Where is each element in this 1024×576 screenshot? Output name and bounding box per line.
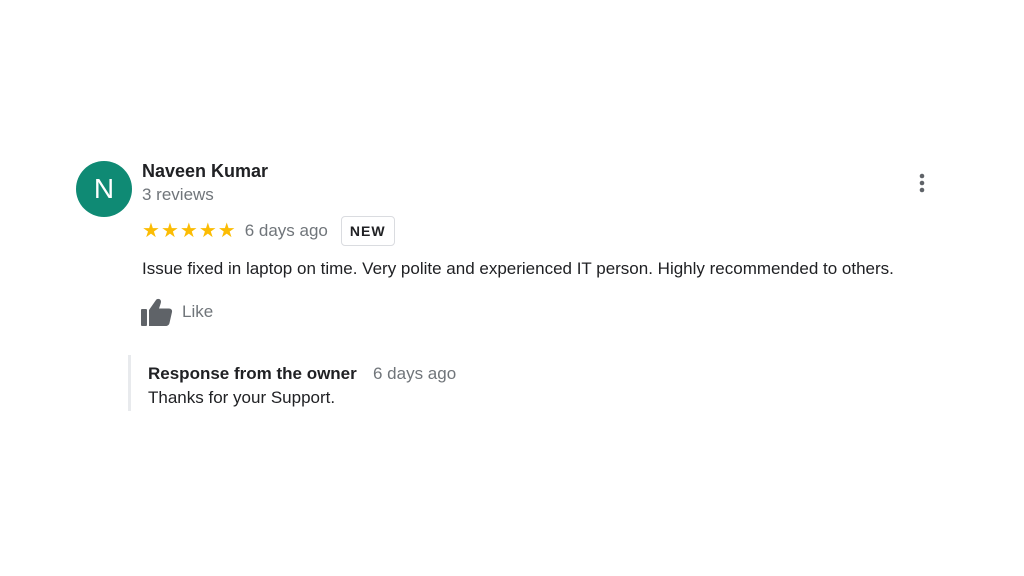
more-options-button[interactable]: [910, 168, 934, 198]
star-icon: ★: [198, 220, 217, 242]
page: N Naveen Kumar 3 reviews ★ ★ ★ ★ ★ 6 days ag…: [0, 0, 1024, 576]
rating-row: ★ ★ ★ ★ ★ 6 days ago NEW: [142, 216, 395, 246]
star-icon: ★: [142, 220, 160, 242]
avatar-initial: N: [93, 173, 115, 204]
like-label: Like: [182, 302, 214, 321]
review-count: 3 reviews: [142, 185, 214, 204]
avatar[interactable]: N: [76, 161, 132, 217]
author-name[interactable]: Naveen Kumar: [142, 161, 268, 182]
star-icon: ★: [160, 220, 179, 242]
star-rating: ★ ★ ★ ★ ★: [142, 221, 237, 241]
owner-response-time: 6 days ago: [373, 364, 457, 383]
owner-response-text: Thanks for your Support.: [148, 388, 336, 407]
new-badge: NEW: [340, 216, 395, 246]
thumbs-up-icon: [141, 298, 173, 326]
review-time: 6 days ago: [244, 221, 328, 240]
owner-response-title: Response from the owner: [148, 364, 357, 383]
owner-response: Response from the owner 6 days ago Thank…: [128, 355, 531, 411]
like-button[interactable]: Like: [140, 296, 213, 328]
star-icon: ★: [217, 220, 236, 242]
star-icon: ★: [179, 220, 198, 242]
review-text: Issue fixed in laptop on time. Very poli…: [142, 259, 894, 278]
more-vert-icon: [919, 173, 925, 193]
